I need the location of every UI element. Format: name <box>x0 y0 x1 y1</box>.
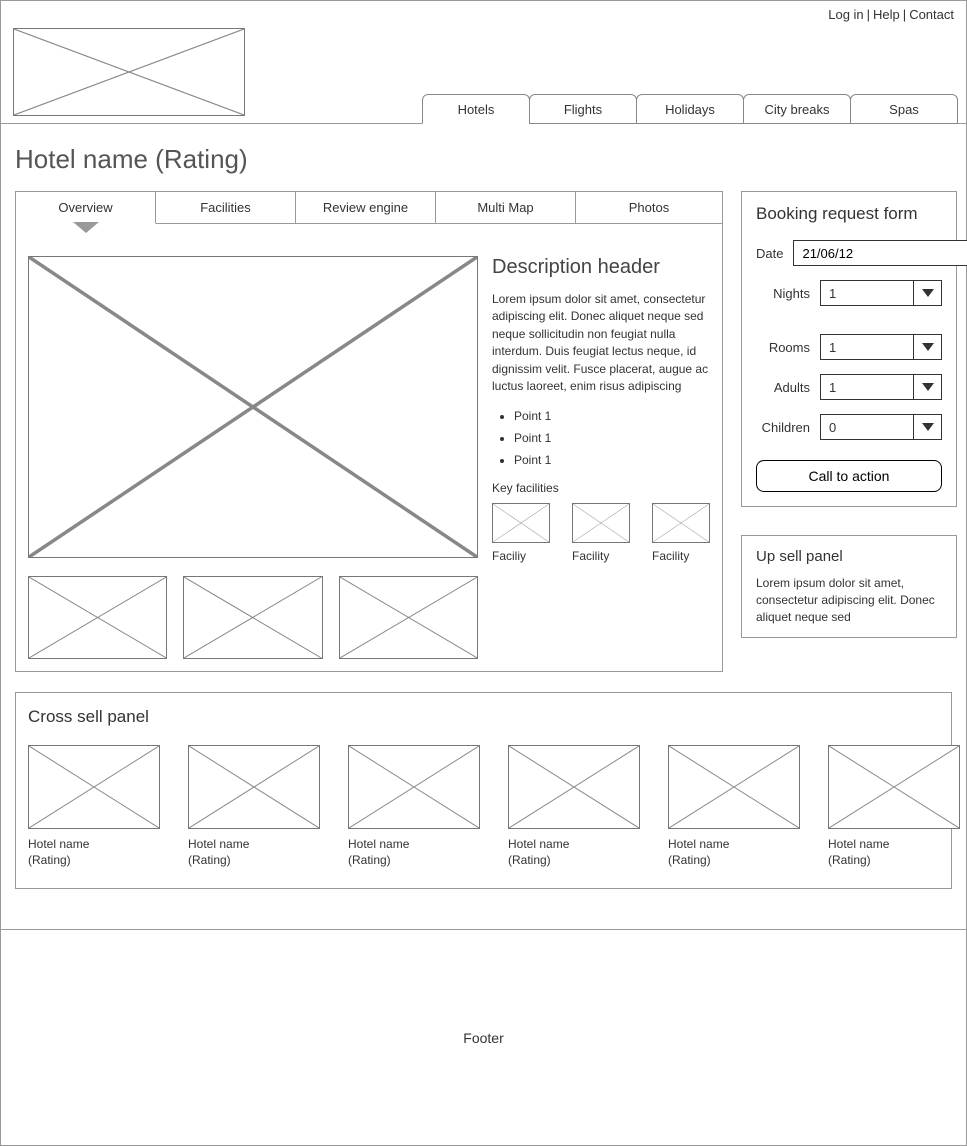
cross-sell-name: Hotel name <box>828 837 960 853</box>
children-select[interactable]: 0 <box>820 414 942 440</box>
facility-item: Faciliy <box>492 503 550 563</box>
contact-link[interactable]: Contact <box>909 7 954 22</box>
top-links: Log in|Help|Contact <box>1 1 966 22</box>
description-points: Point 1 Point 1 Point 1 <box>492 409 710 467</box>
active-tab-arrow-icon <box>74 223 98 233</box>
nights-value: 1 <box>820 280 914 306</box>
point-item: Point 1 <box>514 431 710 445</box>
subtab-photos[interactable]: Photos <box>576 192 722 224</box>
date-label: Date <box>756 246 793 261</box>
cross-sell-title: Cross sell panel <box>28 707 939 727</box>
chevron-down-icon <box>922 423 934 431</box>
facility-label: Facility <box>652 549 689 563</box>
thumbnail-1[interactable] <box>28 576 167 659</box>
cross-sell-rating: (Rating) <box>188 853 320 869</box>
rooms-value: 1 <box>820 334 914 360</box>
cross-sell-image <box>28 745 160 829</box>
cross-sell-name: Hotel name <box>28 837 160 853</box>
facility-icon <box>492 503 550 543</box>
rooms-dropdown-button[interactable] <box>914 334 942 360</box>
help-link[interactable]: Help <box>873 7 900 22</box>
adults-label: Adults <box>756 380 820 395</box>
cross-sell-rating: (Rating) <box>348 853 480 869</box>
cross-sell-rating: (Rating) <box>668 853 800 869</box>
rooms-select[interactable]: 1 <box>820 334 942 360</box>
page-title: Hotel name (Rating) <box>1 124 966 191</box>
thumbnail-3[interactable] <box>339 576 478 659</box>
nights-dropdown-button[interactable] <box>914 280 942 306</box>
cross-sell-panel: Cross sell panel Hotel name (Rating) Hot… <box>15 692 952 889</box>
facility-label: Facility <box>572 549 609 563</box>
login-link[interactable]: Log in <box>828 7 863 22</box>
facility-label: Faciliy <box>492 549 526 563</box>
cross-sell-name: Hotel name <box>508 837 640 853</box>
cross-sell-image <box>668 745 800 829</box>
nights-label: Nights <box>756 286 820 301</box>
tab-holidays[interactable]: Holidays <box>636 94 744 124</box>
cross-sell-rating: (Rating) <box>508 853 640 869</box>
point-item: Point 1 <box>514 453 710 467</box>
adults-dropdown-button[interactable] <box>914 374 942 400</box>
facility-icon <box>652 503 710 543</box>
cross-sell-item[interactable]: Hotel name (Rating) <box>668 745 800 868</box>
description-header: Description header <box>492 256 710 279</box>
upsell-panel: Up sell panel Lorem ipsum dolor sit amet… <box>741 535 957 638</box>
chevron-down-icon <box>922 343 934 351</box>
upsell-title: Up sell panel <box>756 548 942 565</box>
call-to-action-button[interactable]: Call to action <box>756 460 942 492</box>
cross-sell-rating: (Rating) <box>828 853 960 869</box>
cross-sell-image <box>508 745 640 829</box>
point-item: Point 1 <box>514 409 710 423</box>
key-facilities-label: Key facilities <box>492 481 710 495</box>
hotel-detail-panel: Overview Facilities Review engine Multi … <box>15 191 723 672</box>
main-image-placeholder <box>28 256 478 558</box>
booking-form-title: Booking request form <box>756 204 942 224</box>
cross-sell-name: Hotel name <box>348 837 480 853</box>
subtab-review-engine[interactable]: Review engine <box>296 192 436 224</box>
adults-select[interactable]: 1 <box>820 374 942 400</box>
date-input[interactable] <box>793 240 967 266</box>
cross-sell-image <box>828 745 960 829</box>
chevron-down-icon <box>922 383 934 391</box>
chevron-down-icon <box>922 289 934 297</box>
rooms-label: Rooms <box>756 340 820 355</box>
facility-item: Facility <box>652 503 710 563</box>
adults-value: 1 <box>820 374 914 400</box>
subtab-facilities[interactable]: Facilities <box>156 192 296 224</box>
cross-sell-item[interactable]: Hotel name (Rating) <box>188 745 320 868</box>
upsell-text: Lorem ipsum dolor sit amet, consectetur … <box>756 575 942 625</box>
tab-spas[interactable]: Spas <box>850 94 958 124</box>
children-label: Children <box>756 420 820 435</box>
cross-sell-rating: (Rating) <box>28 853 160 869</box>
tab-city-breaks[interactable]: City breaks <box>743 94 851 124</box>
footer: Footer <box>1 929 966 1145</box>
cross-sell-item[interactable]: Hotel name (Rating) <box>28 745 160 868</box>
cross-sell-name: Hotel name <box>188 837 320 853</box>
booking-form: Booking request form Date Nights 1 Rooms… <box>741 191 957 507</box>
tab-hotels[interactable]: Hotels <box>422 94 530 124</box>
cross-sell-image <box>348 745 480 829</box>
description-body: Lorem ipsum dolor sit amet, consectetur … <box>492 291 710 395</box>
cross-sell-item[interactable]: Hotel name (Rating) <box>508 745 640 868</box>
nights-select[interactable]: 1 <box>820 280 942 306</box>
subtab-multi-map[interactable]: Multi Map <box>436 192 576 224</box>
tab-flights[interactable]: Flights <box>529 94 637 124</box>
cross-sell-item[interactable]: Hotel name (Rating) <box>828 745 960 868</box>
facility-icon <box>572 503 630 543</box>
sub-tabs: Overview Facilities Review engine Multi … <box>16 192 722 224</box>
cross-sell-image <box>188 745 320 829</box>
thumbnail-2[interactable] <box>183 576 322 659</box>
facility-item: Facility <box>572 503 630 563</box>
cross-sell-item[interactable]: Hotel name (Rating) <box>348 745 480 868</box>
subtab-overview[interactable]: Overview <box>16 192 156 224</box>
cross-sell-name: Hotel name <box>668 837 800 853</box>
logo-placeholder <box>13 28 245 116</box>
main-tabs: Hotels Flights Holidays City breaks Spas <box>423 94 958 124</box>
children-value: 0 <box>820 414 914 440</box>
children-dropdown-button[interactable] <box>914 414 942 440</box>
